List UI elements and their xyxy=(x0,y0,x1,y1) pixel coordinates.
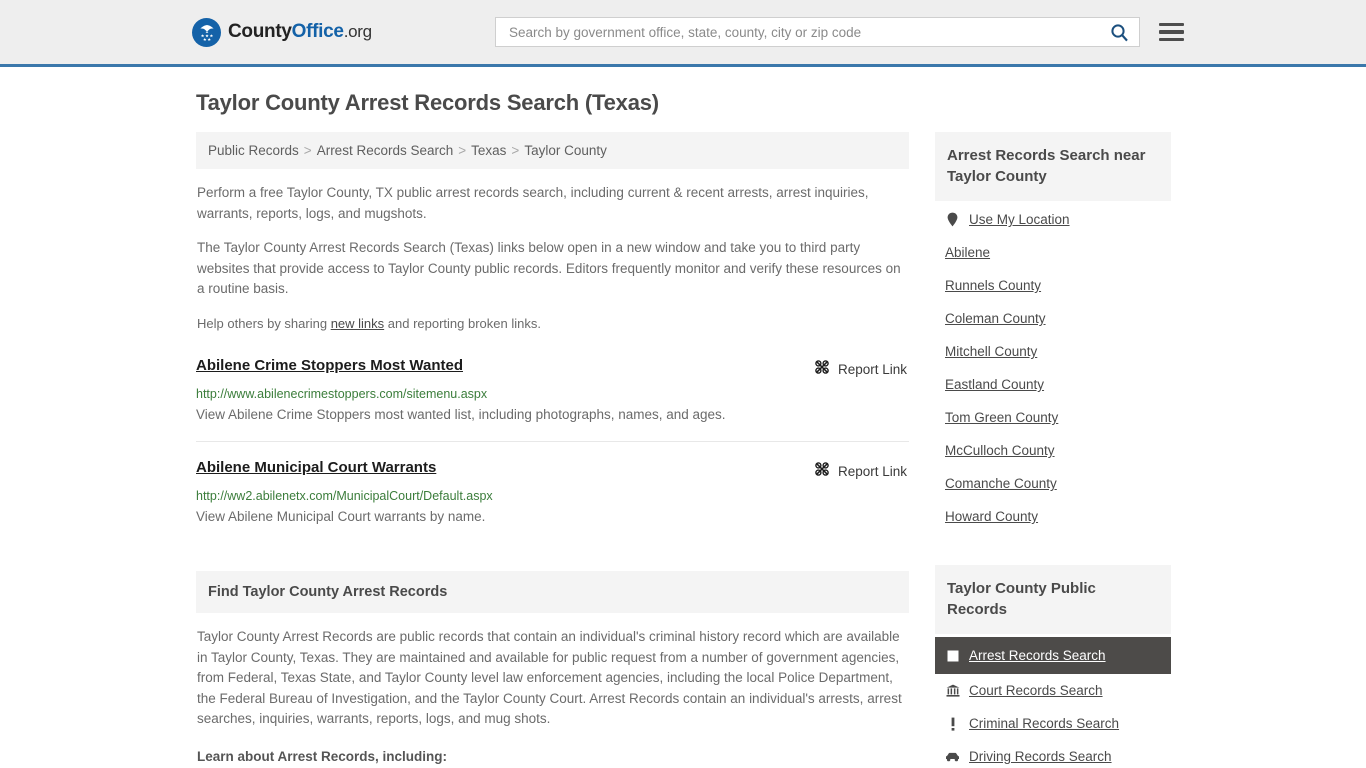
intro-paragraph-2: The Taylor County Arrest Records Search … xyxy=(197,240,901,296)
report-link-label: Report Link xyxy=(837,464,907,479)
sidebar-item-comanche-county[interactable]: Comanche County xyxy=(935,467,1171,500)
sidebar-item-label: Eastland County xyxy=(945,377,1045,392)
learn-about-heading: Learn about Arrest Records, including: xyxy=(197,748,448,764)
search-icon[interactable] xyxy=(1108,23,1131,42)
sidebar-item-runnels-county[interactable]: Runnels County xyxy=(935,269,1171,302)
exclamation-icon xyxy=(945,717,960,731)
breadcrumb-item-texas[interactable]: Texas xyxy=(471,143,506,158)
sidebar-item-use-my-location[interactable]: Use My Location xyxy=(935,203,1171,236)
breadcrumb-separator: > xyxy=(511,143,520,158)
sidebar-item-abilene[interactable]: Abilene xyxy=(935,236,1171,269)
page-title: Taylor County Arrest Records Search (Tex… xyxy=(196,90,659,115)
sidebar-item-label: Runnels County xyxy=(945,278,1042,293)
resource-url: http://www.abilenecrimestoppers.com/site… xyxy=(196,387,488,401)
sidebar-item-arrest-records-search[interactable]: Arrest Records Search xyxy=(935,637,1171,674)
share-text-after: and reporting broken links. xyxy=(384,315,541,331)
public-records-panel: Taylor County Public Records Arrest Reco… xyxy=(935,565,1171,768)
report-link-label: Report Link xyxy=(837,362,907,377)
breadcrumb-item-arrest-records-search[interactable]: Arrest Records Search xyxy=(317,143,454,158)
sidebar: Arrest Records Search near Taylor County… xyxy=(935,132,1171,768)
find-records-heading: Find Taylor County Arrest Records xyxy=(196,571,909,613)
resource-title-link[interactable]: Abilene Municipal Court Warrants xyxy=(196,459,436,476)
sidebar-item-label: McCulloch County xyxy=(945,443,1055,458)
logo-text-tld: .org xyxy=(343,22,372,41)
public-records-list: Arrest Records Search Court Records Sear… xyxy=(935,637,1171,768)
list-item: Abilene Municipal Court Warrants Report … xyxy=(196,459,909,543)
site-logo[interactable]: CountyOffice.org xyxy=(192,17,372,47)
sidebar-item-mcculloch-county[interactable]: McCulloch County xyxy=(935,434,1171,467)
sidebar-item-howard-county[interactable]: Howard County xyxy=(935,500,1171,533)
intro-paragraph-1: Perform a free Taylor County, TX public … xyxy=(197,185,869,221)
link-entry-header: Abilene Crime Stoppers Most Wanted Repor… xyxy=(196,357,909,380)
hamburger-menu-icon[interactable] xyxy=(1159,22,1184,42)
sidebar-item-label: Tom Green County xyxy=(945,410,1059,425)
nearby-list: Use My Location Abilene Runnels County C… xyxy=(935,203,1171,533)
sidebar-item-mitchell-county[interactable]: Mitchell County xyxy=(935,335,1171,368)
logo-wordmark: CountyOffice.org xyxy=(228,21,372,43)
sidebar-item-tom-green-county[interactable]: Tom Green County xyxy=(935,401,1171,434)
map-pin-icon xyxy=(945,212,960,227)
sidebar-item-label: Coleman County xyxy=(945,311,1046,326)
eagle-seal-icon xyxy=(192,17,221,47)
breadcrumb-item-taylor-county[interactable]: Taylor County xyxy=(524,143,607,158)
logo-text-part1: County xyxy=(228,21,292,42)
share-text-before: Help others by sharing xyxy=(197,315,331,331)
square-icon xyxy=(945,650,960,662)
new-links-link[interactable]: new links xyxy=(331,316,384,331)
header-search-area xyxy=(495,17,1184,47)
link-entry-header: Abilene Municipal Court Warrants Report … xyxy=(196,459,909,482)
sidebar-item-label: Abilene xyxy=(945,245,991,260)
car-icon xyxy=(945,752,960,762)
sidebar-item-label: Comanche County xyxy=(945,476,1057,491)
breadcrumb-item-public-records[interactable]: Public Records xyxy=(208,143,299,158)
broken-link-icon xyxy=(814,461,830,482)
sidebar-item-label: Mitchell County xyxy=(945,344,1038,359)
search-input[interactable] xyxy=(507,23,1108,41)
list-item: Abilene Crime Stoppers Most Wanted Repor… xyxy=(196,357,909,442)
courthouse-icon xyxy=(945,684,960,697)
sidebar-item-label: Driving Records Search xyxy=(969,749,1112,764)
find-records-body: Taylor County Arrest Records are public … xyxy=(197,629,902,726)
sidebar-item-label: Howard County xyxy=(945,509,1039,524)
resource-description: View Abilene Crime Stoppers most wanted … xyxy=(196,407,726,422)
resource-title-link[interactable]: Abilene Crime Stoppers Most Wanted xyxy=(196,357,463,374)
resource-url: http://ww2.abilenetx.com/MunicipalCourt/… xyxy=(196,489,493,503)
breadcrumb-separator: > xyxy=(458,143,467,158)
search-box[interactable] xyxy=(495,17,1140,47)
page-wrapper: Taylor County Arrest Records Search (Tex… xyxy=(193,67,1173,768)
site-header: CountyOffice.org xyxy=(0,0,1366,67)
sidebar-item-label: Court Records Search xyxy=(969,683,1103,698)
sidebar-item-label: Criminal Records Search xyxy=(969,716,1120,731)
sidebar-item-label: Use My Location xyxy=(969,212,1070,227)
sidebar-item-court-records-search[interactable]: Court Records Search xyxy=(935,674,1171,707)
sidebar-item-eastland-county[interactable]: Eastland County xyxy=(935,368,1171,401)
intro-paragraph-3: Help others by sharing new links and rep… xyxy=(197,314,908,335)
sidebar-item-criminal-records-search[interactable]: Criminal Records Search xyxy=(935,707,1171,740)
nearby-panel-heading: Arrest Records Search near Taylor County xyxy=(935,132,1171,201)
report-link-button[interactable]: Report Link xyxy=(814,359,909,380)
logo-text-part2: Office xyxy=(291,21,344,42)
resource-description: View Abilene Municipal Court warrants by… xyxy=(196,509,486,524)
sidebar-item-coleman-county[interactable]: Coleman County xyxy=(935,302,1171,335)
content-columns: Public Records > Arrest Records Search > Tex… xyxy=(196,132,1173,768)
breadcrumb: Public Records > Arrest Records Search > Tex… xyxy=(196,132,909,169)
broken-link-icon xyxy=(814,359,830,380)
resource-link-list: Abilene Crime Stoppers Most Wanted Repor… xyxy=(196,357,909,543)
sidebar-item-label: Arrest Records Search xyxy=(969,648,1106,663)
sidebar-item-driving-records-search[interactable]: Driving Records Search xyxy=(935,740,1171,768)
breadcrumb-separator: > xyxy=(303,143,312,158)
main-column: Public Records > Arrest Records Search > Tex… xyxy=(196,132,909,768)
public-records-panel-heading: Taylor County Public Records xyxy=(935,565,1171,634)
report-link-button[interactable]: Report Link xyxy=(814,461,909,482)
